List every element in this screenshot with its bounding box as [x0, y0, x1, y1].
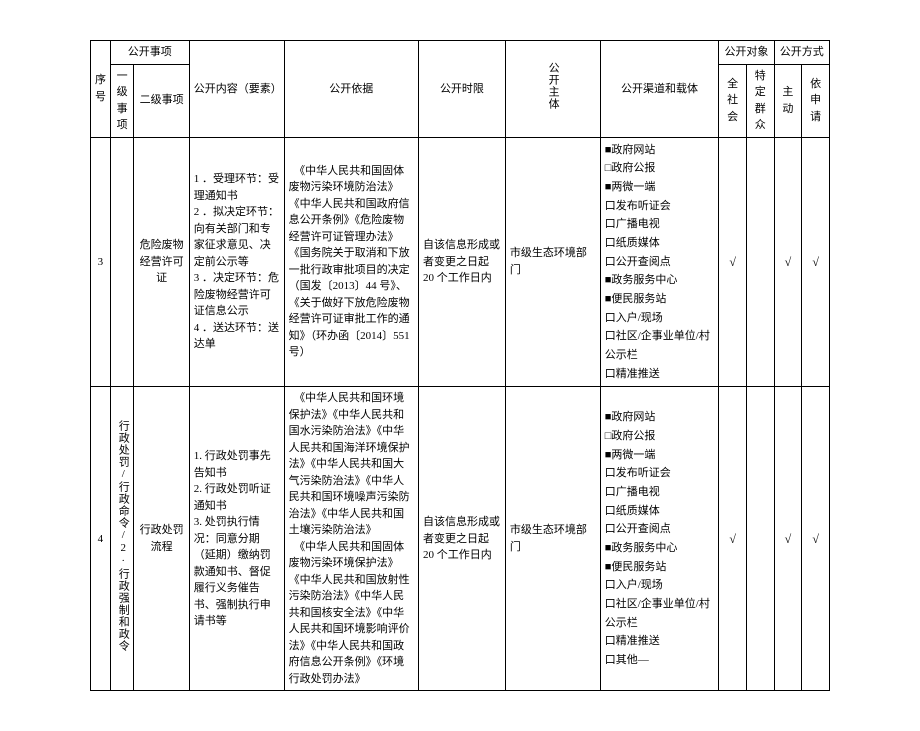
cell-active: √: [774, 387, 802, 691]
cell-content: 1. 行政处罚事先告知书 2. 行政处罚听证通知书 3. 处罚执行情况：同意分期…: [189, 387, 284, 691]
table-row: 4 行政处罚/行政命令/2·行政强制和政令 行政处罚流程 1. 行政处罚事先告知…: [91, 387, 830, 691]
disclosure-table: 序号 公开事项 公开内容（要素） 公开依据 公开时限 公开主体 公开渠道和载体 …: [90, 40, 830, 691]
th-method: 公开方式: [774, 41, 829, 65]
th-target-all: 全社会: [719, 64, 747, 137]
th-target: 公开对象: [719, 41, 774, 65]
th-subject: 公开主体: [505, 41, 600, 138]
cell-basis: 《中华人民共和国环境保护法》《中华人民共和国水污染防治法》《中华人民共和国海洋环…: [284, 387, 418, 691]
th-timelimit: 公开时限: [418, 41, 505, 138]
th-content: 公开内容（要素）: [189, 41, 284, 138]
th-basis: 公开依据: [284, 41, 418, 138]
cell-content: 1 ．受理环节：受理通知书 2 ．拟决定环节：向有关部门和专家征求意见、决定前公…: [189, 137, 284, 387]
cell-subject: 市级生态环境部门: [505, 137, 600, 387]
cell-all: √: [719, 137, 747, 387]
cell-level1: [110, 137, 134, 387]
th-target-spec: 特定群众: [746, 64, 774, 137]
cell-level1: 行政处罚/行政命令/2·行政强制和政令: [110, 387, 134, 691]
th-method-apply: 依申请: [802, 64, 830, 137]
cell-apply: √: [802, 387, 830, 691]
cell-all: √: [719, 387, 747, 691]
cell-level2: 危险废物经营许可证: [134, 137, 189, 387]
cell-active: √: [774, 137, 802, 387]
cell-spec: [746, 137, 774, 387]
th-level2: 二级事项: [134, 64, 189, 137]
table-row: 3 危险废物经营许可证 1 ．受理环节：受理通知书 2 ．拟决定环节：向有关部门…: [91, 137, 830, 387]
th-seq: 序号: [91, 41, 111, 138]
th-level1: 一级事项: [110, 64, 134, 137]
cell-timelimit: 自该信息形成或者变更之日起 20 个工作日内: [418, 137, 505, 387]
th-method-active: 主动: [774, 64, 802, 137]
cell-subject: 市级生态环境部门: [505, 387, 600, 691]
cell-spec: [746, 387, 774, 691]
cell-channel: ■政府网站 □政府公报 ■两微一端 口发布听证会 口广播电视 口纸质媒体 口公开…: [600, 137, 719, 387]
cell-seq: 4: [91, 387, 111, 691]
cell-apply: √: [802, 137, 830, 387]
cell-channel: ■政府网站 □政府公报 ■两微一端 口发布听证会 口广播电视 口纸质媒体 口公开…: [600, 387, 719, 691]
th-channel: 公开渠道和载体: [600, 41, 719, 138]
th-open-item: 公开事项: [110, 41, 189, 65]
cell-timelimit: 自该信息形成或者变更之日起 20 个工作日内: [418, 387, 505, 691]
cell-seq: 3: [91, 137, 111, 387]
table-header: 序号 公开事项 公开内容（要素） 公开依据 公开时限 公开主体 公开渠道和载体 …: [91, 41, 830, 138]
cell-basis: 《中华人民共和国固体废物污染环境防治法》《中华人民共和国政府信息公开条例》《危险…: [284, 137, 418, 387]
cell-level2: 行政处罚流程: [134, 387, 189, 691]
